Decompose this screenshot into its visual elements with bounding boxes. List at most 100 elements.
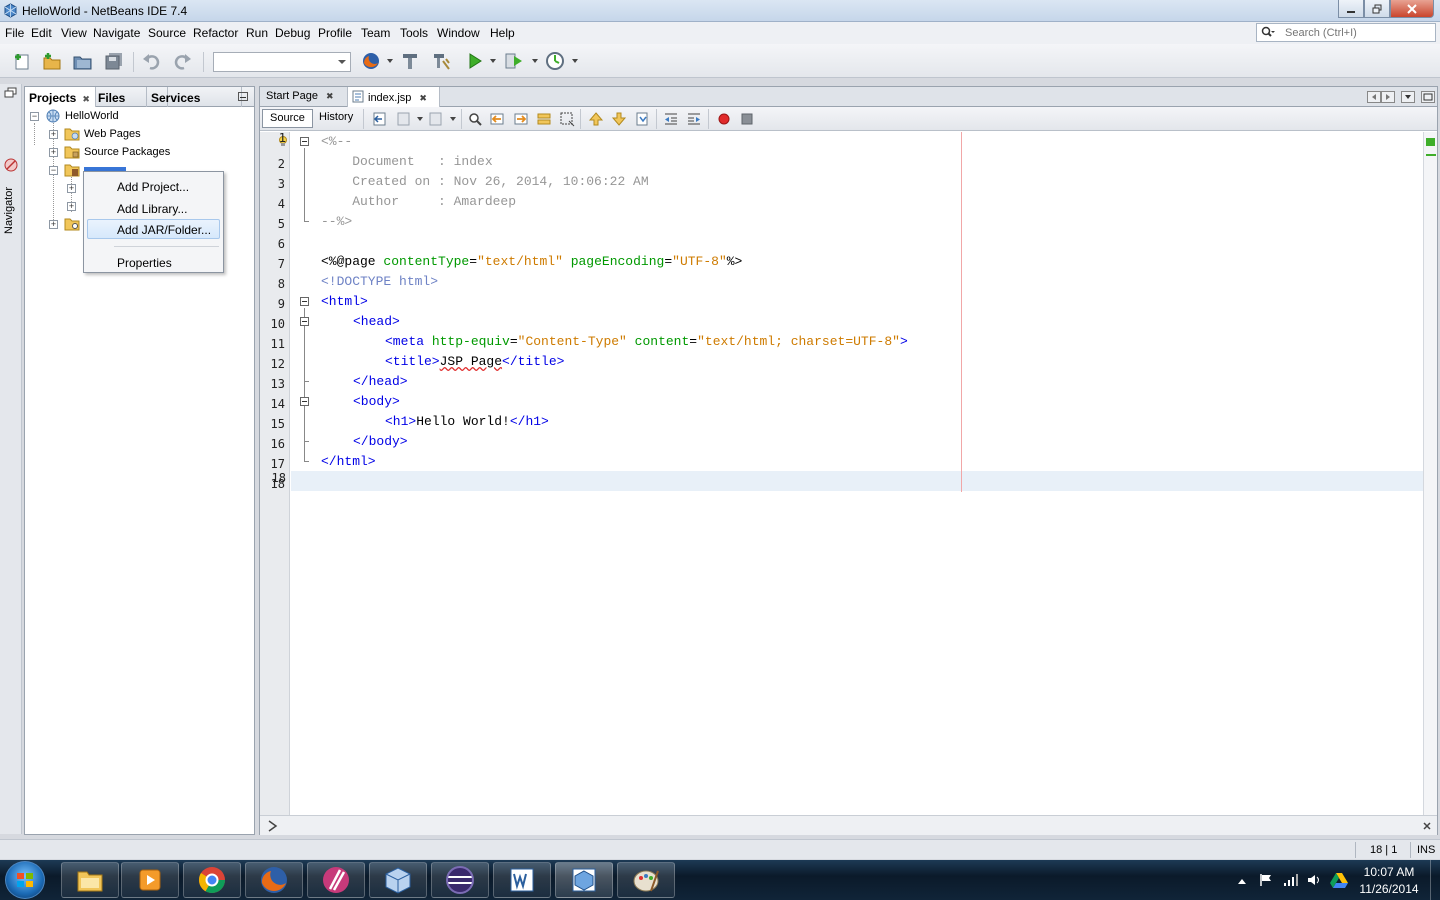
find-previous-icon[interactable] — [489, 111, 505, 127]
menu-item-properties[interactable]: Properties — [87, 252, 220, 272]
clock-time[interactable]: 10:07 AM — [1356, 865, 1422, 879]
expand-toggle[interactable]: + — [49, 220, 58, 229]
menu-window[interactable]: Window — [437, 26, 480, 40]
menu-navigate[interactable]: Navigate — [93, 26, 140, 40]
taskbar-opera[interactable] — [307, 862, 365, 898]
insert-mode[interactable]: INS — [1417, 844, 1435, 856]
clock-date[interactable]: 11/26/2014 — [1356, 882, 1422, 896]
expand-toggle[interactable]: + — [49, 148, 58, 157]
close-tab-icon[interactable]: ✖ — [82, 94, 90, 104]
code-line-8[interactable]: <!DOCTYPE html> — [321, 272, 438, 292]
open-project-button[interactable] — [72, 50, 94, 72]
menu-item-add-project[interactable]: Add Project... — [87, 176, 220, 196]
new-project-button[interactable] — [41, 50, 63, 72]
profile-button[interactable] — [544, 50, 566, 72]
code-line-13[interactable]: </head> — [353, 372, 408, 392]
fold-toggle[interactable] — [300, 397, 309, 406]
close-button[interactable] — [1390, 0, 1434, 18]
code-line-17[interactable]: </html> — [321, 452, 376, 472]
restore-window-group-icon[interactable] — [4, 87, 18, 99]
start-button[interactable] — [5, 861, 45, 899]
menu-debug[interactable]: Debug — [275, 26, 310, 40]
maximize-editor-icon[interactable] — [1421, 91, 1435, 103]
code-line-2[interactable]: Document : index — [321, 152, 492, 172]
scroll-tabs-right-icon[interactable] — [1381, 91, 1395, 103]
stop-macro-recording-icon[interactable] — [739, 111, 755, 127]
expand-toggle[interactable]: + — [67, 202, 76, 211]
tab-start-page[interactable]: Start Page ✖ — [260, 87, 348, 107]
code-line-4[interactable]: Author : Amardeep — [321, 192, 516, 212]
taskbar-chrome[interactable] — [183, 862, 241, 898]
minimize-panel-button[interactable] — [238, 92, 248, 101]
source-view-button[interactable]: Source — [262, 109, 313, 128]
code-line-11[interactable]: <meta http-equiv="Content-Type" content=… — [385, 332, 908, 352]
network-icon[interactable] — [1283, 873, 1299, 887]
debug-button[interactable] — [503, 50, 525, 72]
find-selection-icon[interactable] — [467, 111, 483, 127]
taskbar-paint[interactable] — [617, 862, 675, 898]
menu-view[interactable]: View — [61, 26, 87, 40]
tree-node-web-pages[interactable]: Web Pages — [64, 125, 141, 143]
redo-button[interactable] — [171, 50, 193, 72]
undo-button[interactable] — [141, 50, 163, 72]
new-file-button[interactable] — [11, 50, 33, 72]
tree-node-helloworld[interactable]: HelloWorld — [45, 107, 119, 125]
expand-toggle[interactable]: + — [49, 130, 58, 139]
save-all-button[interactable] — [103, 50, 125, 72]
search-input[interactable] — [1285, 25, 1430, 40]
fold-toggle[interactable] — [300, 297, 309, 306]
code-line-10[interactable]: <head> — [353, 312, 400, 332]
maximize-button[interactable] — [1364, 0, 1390, 18]
shift-right-icon[interactable] — [686, 111, 702, 127]
root-collapse-toggle[interactable]: − — [30, 112, 39, 121]
code-line-7[interactable]: <%@page contentType="text/html" pageEnco… — [321, 252, 742, 272]
volume-icon[interactable] — [1307, 873, 1323, 887]
taskbar-eclipse[interactable] — [431, 862, 489, 898]
close-output-icon[interactable] — [1422, 821, 1432, 831]
show-hidden-icons-icon[interactable] — [1237, 877, 1247, 887]
taskbar-netbeans[interactable] — [555, 862, 613, 898]
taskbar-virtualbox[interactable] — [369, 862, 427, 898]
previous-bookmark-icon[interactable] — [588, 111, 604, 127]
code-line-5[interactable]: --%> — [321, 212, 352, 232]
menu-file[interactable]: File — [5, 26, 24, 40]
shift-left-icon[interactable] — [663, 111, 679, 127]
tab-index-jsp[interactable]: index.jsp ✖ — [348, 87, 440, 107]
code-line-16[interactable]: </body> — [353, 432, 408, 452]
run-button[interactable] — [464, 50, 486, 72]
find-next-icon[interactable] — [513, 111, 529, 127]
show-desktop-button[interactable] — [1430, 860, 1440, 900]
back-icon[interactable] — [396, 111, 412, 127]
last-edit-icon[interactable] — [372, 111, 388, 127]
tree-node-configuration-files[interactable] — [64, 215, 84, 233]
taskbar-media-player[interactable] — [121, 862, 179, 898]
forward-icon[interactable] — [428, 111, 444, 127]
code-line-15[interactable]: <h1>Hello World!</h1> — [385, 412, 549, 432]
menu-edit[interactable]: Edit — [31, 26, 52, 40]
expand-output-icon[interactable] — [266, 819, 280, 833]
code-line-9[interactable]: <html> — [321, 292, 368, 312]
toggle-highlight-icon[interactable] — [536, 111, 552, 127]
code-line-14[interactable]: <body> — [353, 392, 400, 412]
tree-node-source-packages[interactable]: Source Packages — [64, 143, 170, 161]
menu-refactor[interactable]: Refactor — [193, 26, 238, 40]
fold-toggle[interactable] — [300, 137, 309, 146]
navigator-tab[interactable]: Navigator — [3, 187, 15, 234]
scroll-tabs-left-icon[interactable] — [1367, 91, 1381, 103]
close-tab-icon[interactable]: ✖ — [419, 93, 427, 103]
menu-source[interactable]: Source — [148, 26, 186, 40]
menu-item-add-library[interactable]: Add Library... — [87, 198, 220, 218]
clean-build-button[interactable] — [430, 50, 452, 72]
code-line-12[interactable]: <title>JSP Page</title> — [385, 352, 564, 372]
error-stripe[interactable] — [1423, 132, 1437, 815]
build-button[interactable] — [399, 50, 421, 72]
configuration-combo[interactable] — [213, 52, 351, 72]
tab-services[interactable]: Services — [146, 87, 242, 107]
close-tab-icon[interactable]: ✖ — [326, 91, 334, 101]
menu-help[interactable]: Help — [490, 26, 515, 40]
start-macro-recording-icon[interactable] — [716, 111, 732, 127]
menu-profile[interactable]: Profile — [318, 26, 352, 40]
fold-toggle[interactable] — [300, 317, 309, 326]
quick-search[interactable] — [1256, 23, 1436, 42]
menu-team[interactable]: Team — [361, 26, 390, 40]
